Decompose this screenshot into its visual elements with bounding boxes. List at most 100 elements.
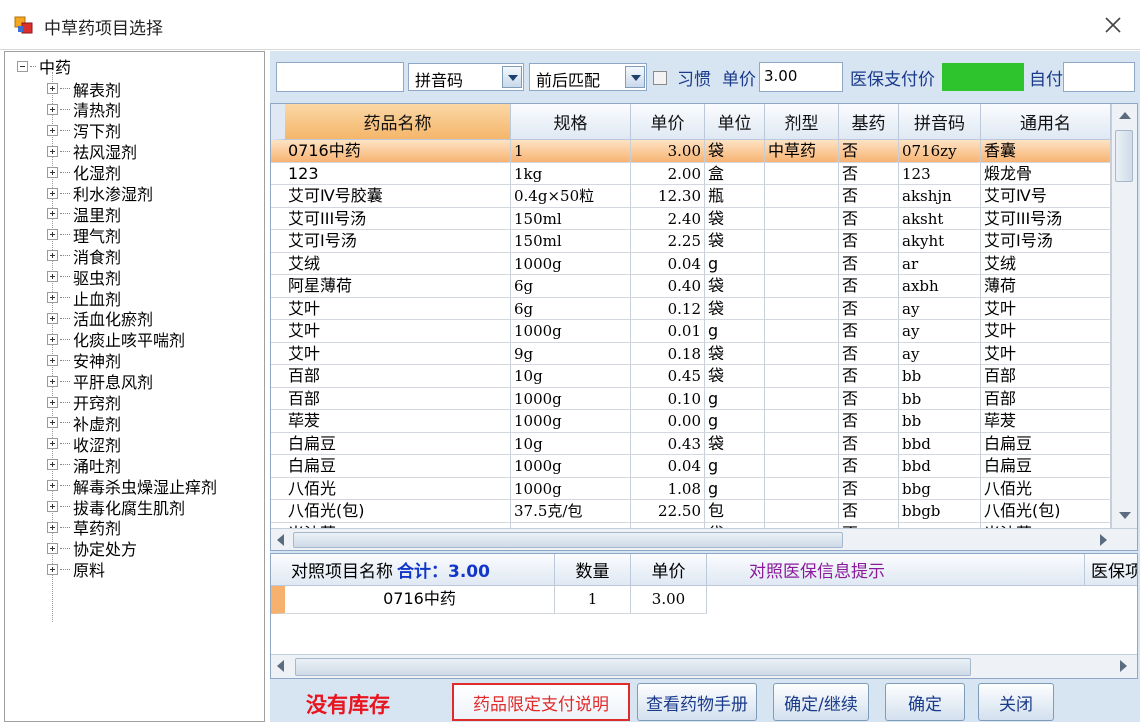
column-header[interactable]: 基药 [839, 104, 899, 140]
table-row[interactable]: 艾叶 9g 0.18 袋否 ay 艾叶 [271, 342, 1111, 365]
expand-icon[interactable] [47, 229, 58, 241]
column-header[interactable]: 规格 [511, 104, 631, 140]
close-icon[interactable] [1100, 12, 1126, 38]
table-row[interactable]: 艾叶 6g 0.12 袋否 ay 艾叶 [271, 297, 1111, 320]
tree-item[interactable]: 收涩剂 [47, 433, 121, 455]
table-row[interactable]: 荜茇 1000g 0.00 g 否 bb 荜茇 [271, 410, 1111, 433]
chevron-down-icon[interactable] [502, 66, 522, 88]
expand-icon[interactable] [47, 292, 58, 303]
expand-icon[interactable] [47, 250, 58, 262]
close-button[interactable]: 关闭 [978, 683, 1054, 721]
expand-icon[interactable] [47, 521, 58, 533]
tree-item[interactable]: 化痰止咳平喘剂 [47, 329, 185, 350]
category-tree[interactable]: 中药 解表剂 清热剂 泻下剂 祛风湿剂 化湿剂 利水渗湿剂 温里剂 理气剂 消食剂 驱虫剂 止血剂活… [4, 51, 265, 722]
scroll-right-icon[interactable] [1120, 660, 1127, 672]
expand-icon[interactable] [47, 354, 58, 366]
scroll-down-icon[interactable] [1119, 512, 1131, 519]
tree-item[interactable]: 开窍剂 [47, 392, 121, 413]
scroll-left-icon[interactable] [277, 660, 284, 672]
scroll-thumb[interactable] [1115, 130, 1133, 182]
column-header[interactable]: 单价 [631, 104, 705, 140]
expand-icon[interactable] [47, 333, 58, 345]
search-input[interactable] [276, 62, 404, 92]
expand-icon[interactable] [47, 187, 58, 199]
tree-item[interactable]: 消食剂 [47, 245, 121, 267]
expand-icon[interactable] [47, 438, 58, 450]
match-mode-select[interactable]: 前后匹配 [529, 63, 647, 91]
price-input[interactable]: 3.00 [759, 62, 843, 92]
tree-root[interactable]: 中药 [17, 55, 71, 77]
mapping-horizontal-scrollbar[interactable] [271, 654, 1137, 678]
table-row[interactable]: 艾绒 1000g 0.04 g 否 ar 艾绒 [271, 252, 1111, 275]
table-row[interactable]: 123 1kg 2.00 盒否 123 煅龙骨 [271, 162, 1111, 185]
table-row[interactable]: 阿星薄荷 6g 0.40 袋 否 axbh 薄荷 [271, 275, 1111, 298]
column-header[interactable]: 药品名称 [271, 104, 511, 140]
table-row-selected[interactable]: 0716中药 1 3.00 袋中草药否 0716zy 香囊 [271, 140, 1111, 163]
expand-icon[interactable] [47, 480, 58, 492]
table-row[interactable]: 百部 1000g 0.10 g 否 bb 百部 [271, 387, 1111, 410]
habit-checkbox[interactable] [653, 71, 667, 85]
column-header[interactable]: 拼音码 [899, 104, 981, 140]
drug-grid[interactable]: 药品名称 规格 单价 单位 剂型 基药 拼音码 通用名 0716中药 1 3.00 袋中草药否 071… [270, 103, 1138, 551]
tree-item[interactable]: 协定处方 [47, 538, 137, 559]
confirm-continue-button[interactable]: 确定/继续 [773, 683, 869, 721]
table-row[interactable]: 艾可Ⅰ号汤 150ml 2.25 袋否 akyht 艾可Ⅰ号汤 [271, 230, 1111, 253]
expand-icon[interactable] [47, 375, 58, 387]
expand-icon[interactable] [47, 459, 58, 471]
scroll-thumb[interactable] [295, 658, 971, 676]
tree-item[interactable]: 活血化瘀剂 [47, 308, 153, 329]
vertical-scrollbar[interactable] [1111, 104, 1137, 550]
tree-item[interactable]: 草药剂 [47, 517, 121, 538]
expand-icon[interactable] [47, 103, 58, 115]
collapse-icon[interactable] [17, 60, 28, 72]
tree-item[interactable]: 祛风湿剂 [47, 141, 137, 162]
scroll-up-icon[interactable] [1119, 112, 1131, 119]
tree-item[interactable]: 解表剂 [47, 78, 121, 100]
scroll-thumb[interactable] [293, 532, 843, 548]
tree-item[interactable]: 解毒杀虫燥湿止痒剂 [47, 475, 217, 497]
table-row[interactable]: 艾可Ⅳ号胶囊 0.4g×50粒 12.30 瓶 否 akshjn 艾可Ⅳ号 [271, 185, 1111, 208]
drug-manual-button[interactable]: 查看药物手册 [637, 683, 757, 721]
tree-item[interactable]: 泻下剂 [47, 120, 121, 141]
expand-icon[interactable] [47, 145, 58, 157]
scroll-right-icon[interactable] [1100, 534, 1107, 546]
table-row[interactable]: 八佰光 1000g 1.08 g 否 bbg 八佰光 [271, 477, 1111, 500]
expand-icon[interactable] [47, 166, 58, 178]
tree-item[interactable]: 安神剂 [47, 350, 121, 371]
self-pay-input[interactable] [1063, 62, 1135, 92]
tree-item[interactable]: 理气剂 [47, 224, 121, 246]
tree-item[interactable]: 拔毒化腐生肌剂 [47, 496, 185, 518]
expand-icon[interactable] [47, 312, 58, 324]
expand-icon[interactable] [47, 417, 58, 429]
column-header[interactable]: 剂型 [765, 104, 839, 140]
tree-item[interactable]: 清热剂 [47, 99, 121, 120]
tree-item[interactable]: 补虚剂 [47, 412, 121, 434]
table-row[interactable]: 八佰光(包) 37.5克/包 22.50 包否 bbgb 八佰光(包) [271, 500, 1111, 523]
search-mode-select[interactable]: 拼音码 [408, 63, 524, 91]
table-row[interactable]: 艾可III号汤 150ml 2.40 袋否 aksht 艾可III号汤 [271, 207, 1111, 230]
expand-icon[interactable] [47, 208, 58, 220]
expand-icon[interactable] [47, 501, 58, 512]
expand-icon[interactable] [47, 542, 58, 554]
column-header[interactable]: 通用名 [981, 104, 1111, 140]
mapping-row[interactable]: 0716中药 1 3.00 [271, 586, 1111, 614]
expand-icon[interactable] [47, 83, 58, 94]
expand-icon[interactable] [47, 271, 58, 283]
expand-icon[interactable] [47, 396, 58, 408]
table-row[interactable]: 艾叶 1000g 0.01 g 否 ay 艾叶 [271, 320, 1111, 343]
scroll-left-icon[interactable] [277, 534, 284, 546]
tree-item[interactable]: 止血剂 [47, 287, 121, 309]
tree-item[interactable]: 化湿剂 [47, 162, 121, 183]
tree-item[interactable]: 利水渗湿剂 [47, 183, 153, 204]
chevron-down-icon[interactable] [625, 66, 645, 88]
table-row[interactable]: 百部 10g 0.45 袋否 bb 百部 [271, 365, 1111, 388]
table-row[interactable]: 白扁豆 10g 0.43 袋否 bbd 白扁豆 [271, 432, 1111, 455]
expand-icon[interactable] [47, 124, 58, 136]
expand-icon[interactable] [47, 563, 58, 575]
table-row[interactable]: 白扁豆 1000g 0.04 g 否 bbd 白扁豆 [271, 455, 1111, 478]
tree-item[interactable]: 平肝息风剂 [47, 371, 153, 392]
ok-button[interactable]: 确定 [885, 683, 965, 721]
mapping-grid[interactable]: 对照项目名称 合计：3.00 数量 单价 对照医保信息提示 医保项 0716中药… [270, 553, 1138, 679]
limit-payment-button[interactable]: 药品限定支付说明 [452, 683, 630, 721]
horizontal-scrollbar[interactable] [271, 528, 1137, 550]
